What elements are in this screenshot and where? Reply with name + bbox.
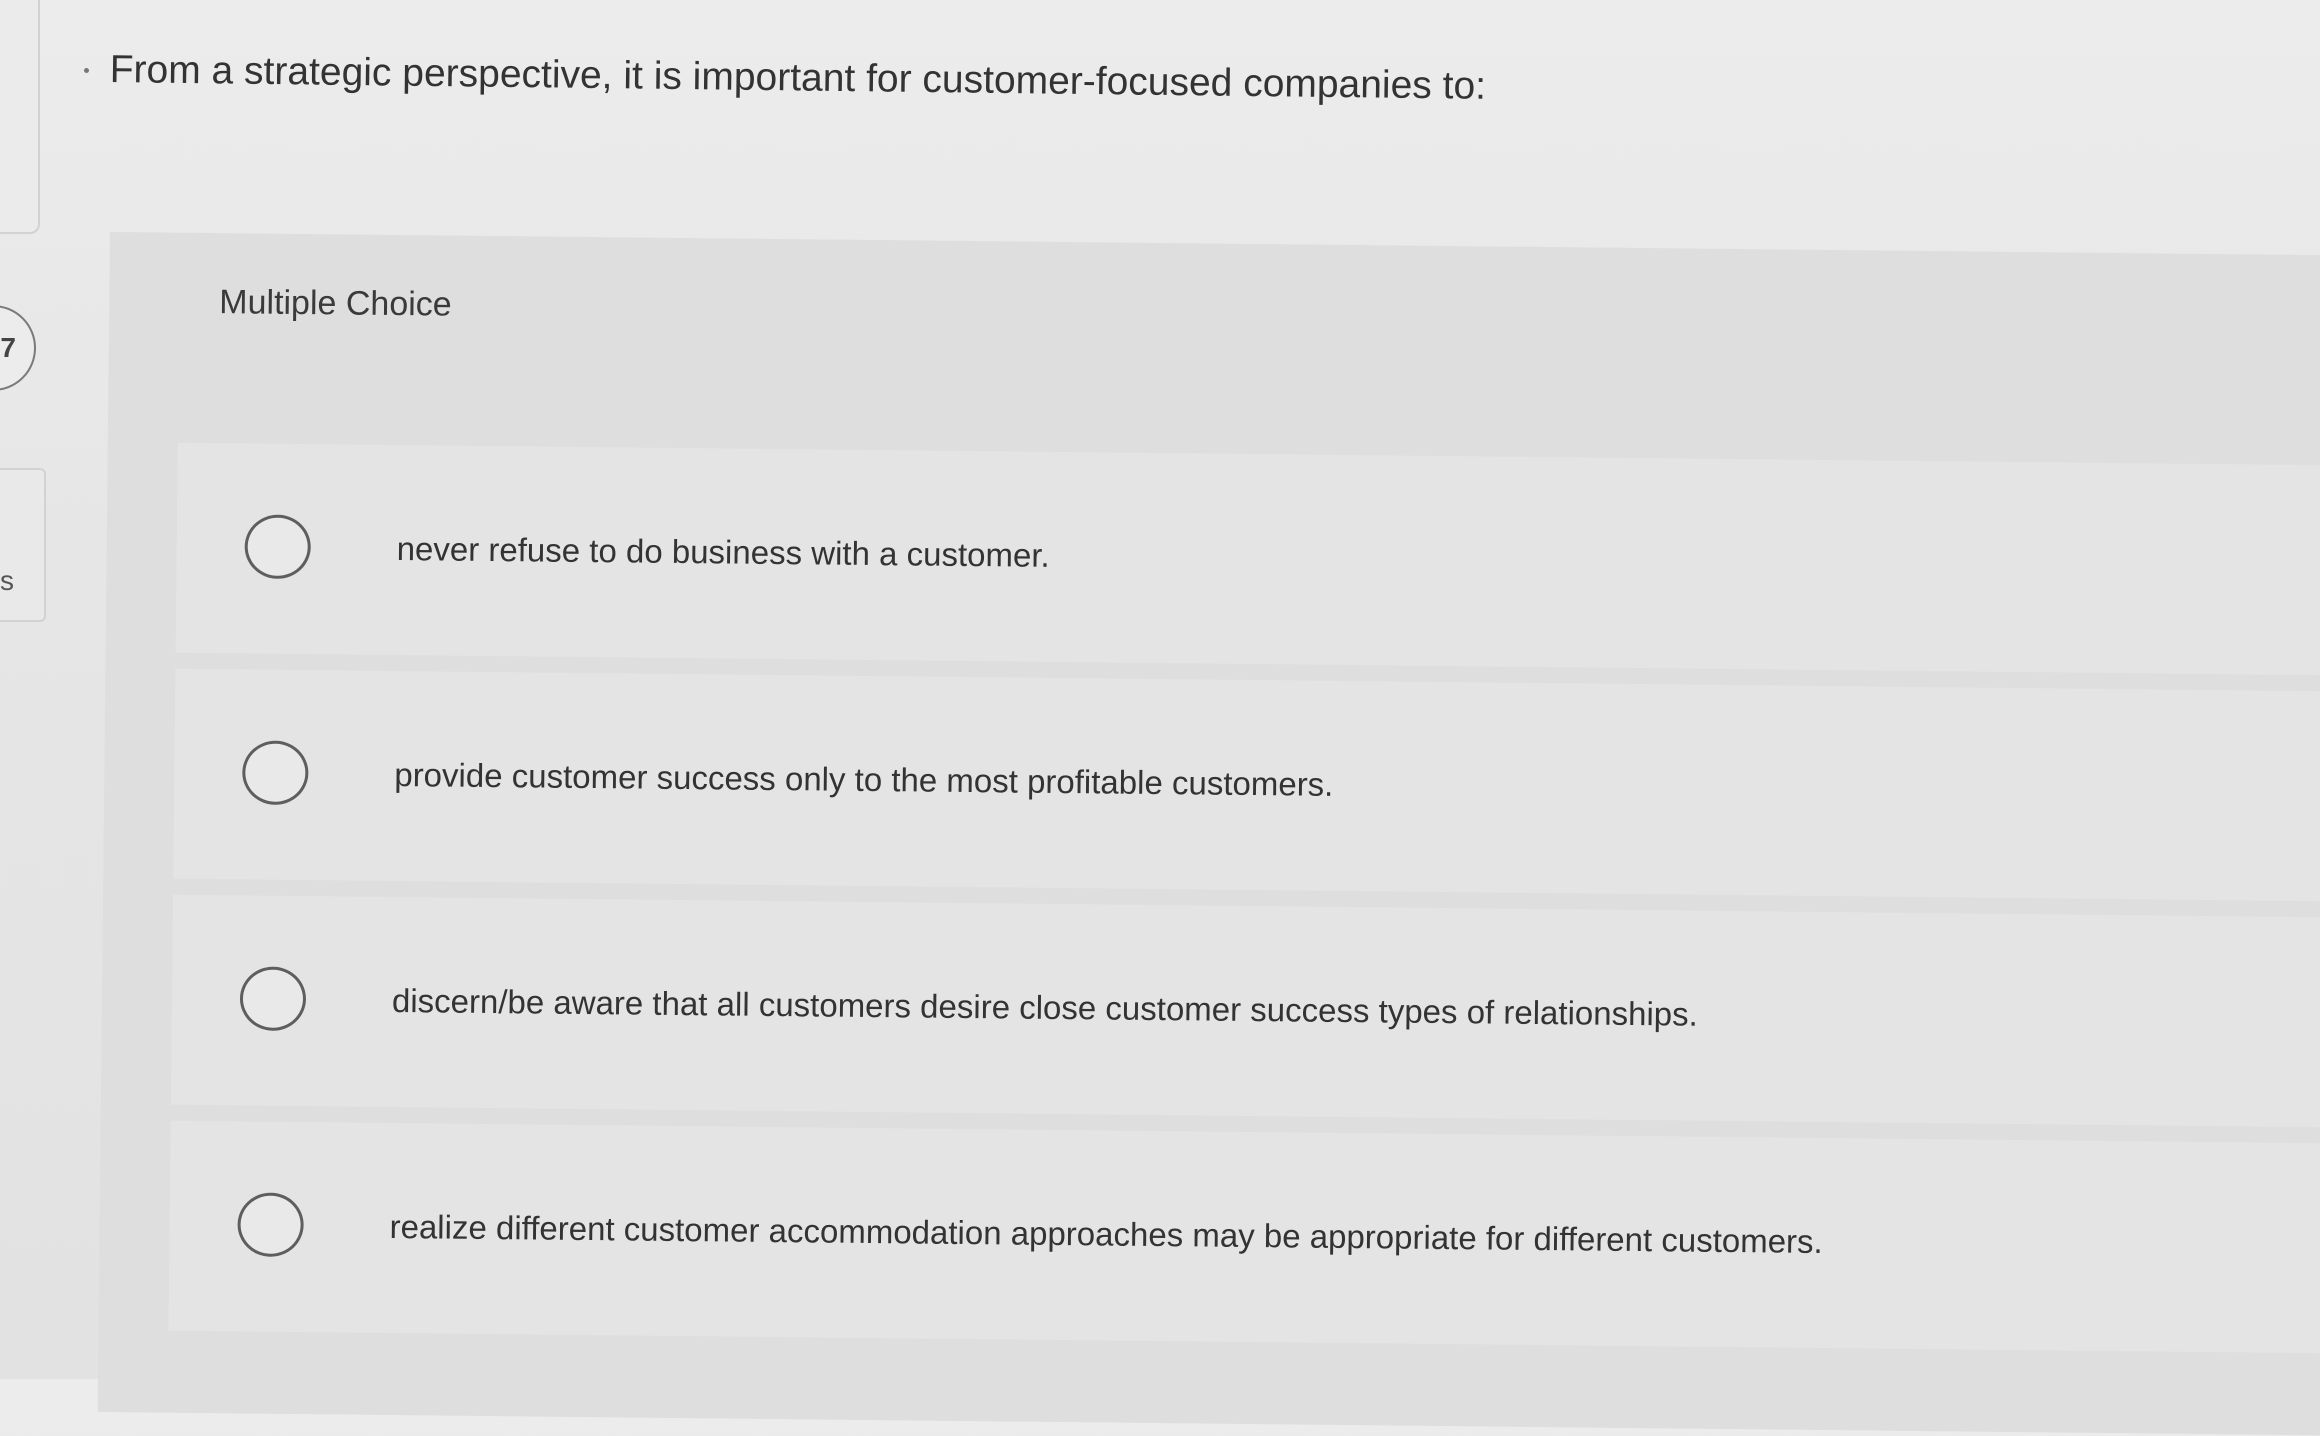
choice-label[interactable]: provide customer success only to the mos… — [394, 756, 1333, 804]
sidebar-label: s — [0, 565, 14, 596]
sidebar-nav-card[interactable] — [0, 468, 46, 622]
choice-label[interactable]: discern/be aware that all customers desi… — [392, 982, 1698, 1034]
radio-button-icon[interactable] — [242, 740, 309, 806]
question-bullet — [84, 68, 89, 73]
choice-list: never refuse to do business with a custo… — [168, 442, 2320, 1370]
choice-label[interactable]: realize different customer accommodation… — [389, 1208, 1823, 1261]
choice-option-1[interactable]: never refuse to do business with a custo… — [175, 442, 2320, 676]
question-number: 37 — [0, 332, 16, 363]
question-type-label: Multiple Choice — [219, 283, 452, 324]
choice-label[interactable]: never refuse to do business with a custo… — [396, 530, 1050, 575]
question-number-badge[interactable]: 37 — [0, 305, 36, 391]
sidebar-card — [0, 0, 40, 234]
radio-button-icon[interactable] — [239, 966, 307, 1032]
radio-button-icon[interactable] — [237, 1192, 304, 1258]
choice-option-3[interactable]: discern/be aware that all customers desi… — [170, 894, 2320, 1128]
radio-button-icon[interactable] — [244, 514, 312, 580]
choice-option-4[interactable]: realize different customer accommodation… — [168, 1120, 2320, 1354]
choice-option-2[interactable]: provide customer success only to the mos… — [173, 668, 2320, 902]
question-text: From a strategic perspective, it is impo… — [109, 48, 1487, 108]
answer-panel: Multiple Choice never refuse to do busin… — [97, 232, 2320, 1436]
